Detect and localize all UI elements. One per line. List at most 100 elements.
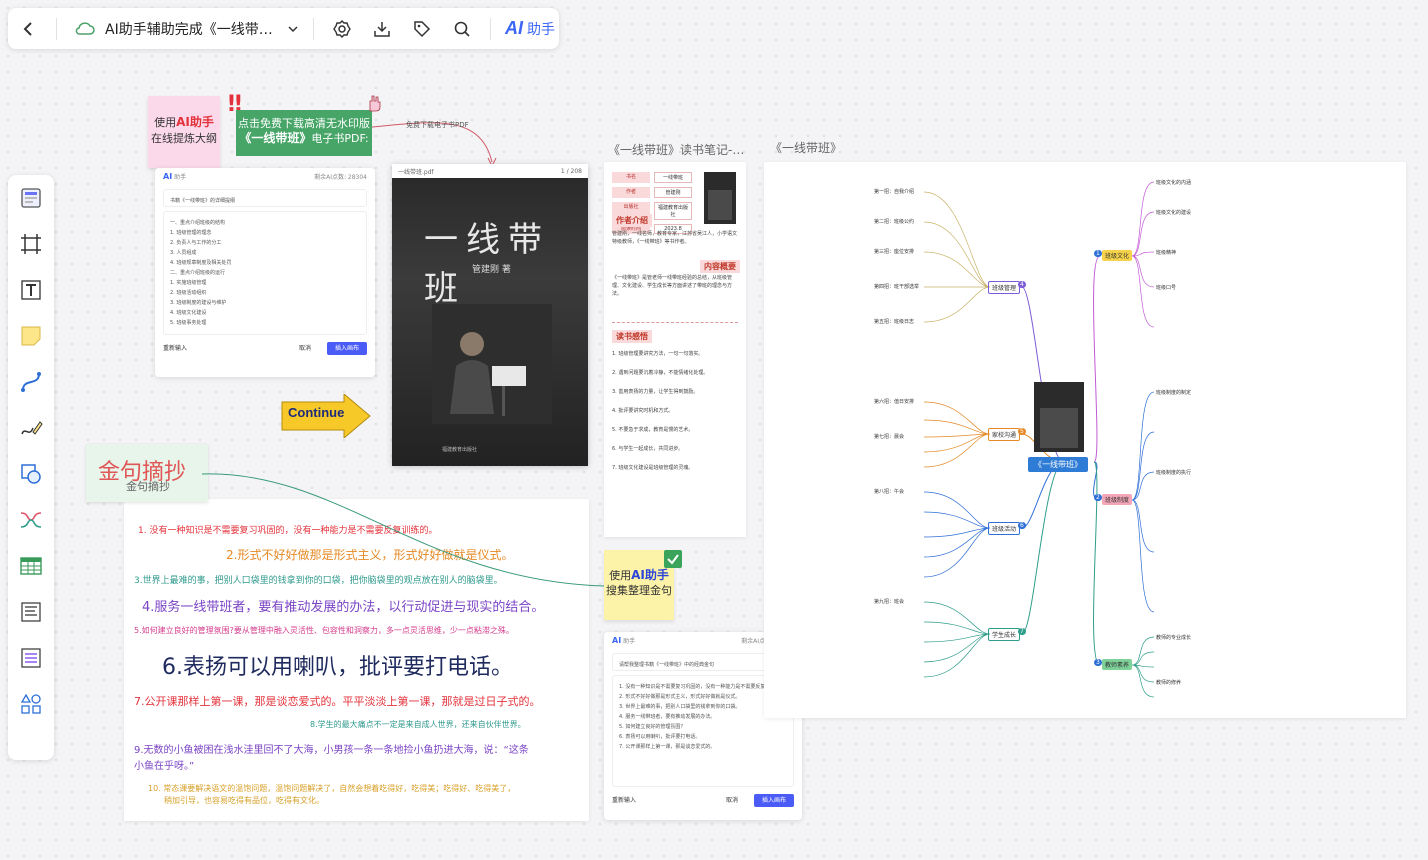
dialog-prompt[interactable]: 书籍《一线带班》的详细提纲 — [163, 189, 367, 207]
result-line: 2. 班级活动组织 — [170, 290, 207, 296]
book-publisher: 福建教育出版社 — [442, 447, 478, 453]
mindmap-branch-node[interactable]: 家校沟通 — [988, 428, 1021, 441]
result-line: 3. 班级制度的建设与维护 — [170, 300, 227, 306]
text-tool[interactable] — [8, 267, 54, 313]
pdf-preview[interactable]: 一线带班.pdf 1 / 208 一线带班 管建刚 著 福建教育出版社 — [392, 164, 588, 466]
chevron-down-icon[interactable] — [281, 9, 305, 49]
mindmap-branch-node[interactable]: 班级制度 — [1102, 494, 1133, 505]
sticky-text: 在线提炼大纲 — [151, 132, 217, 145]
prompt-text: 书籍《一线带班》的详细提纲 — [170, 198, 236, 204]
continue-arrow: Continue — [280, 394, 371, 438]
result-line: 4. 班级文化建设 — [170, 310, 207, 316]
mindmap-branch-node[interactable]: 班级活动 — [988, 522, 1021, 535]
mindmap-branch-node[interactable]: 班级管理 — [988, 281, 1021, 294]
quote-subtitle: 金句摘抄 — [126, 480, 170, 493]
mindmap-leaf[interactable]: 第六招：值日安排 — [874, 398, 914, 405]
mindmap-tool[interactable] — [8, 497, 54, 543]
quote-title-note[interactable]: 金句摘抄 金句摘抄 — [86, 444, 208, 502]
regenerate-button[interactable]: 重新输入 — [163, 343, 187, 352]
document-title[interactable]: AI助手辅助完成《一线带… — [105, 19, 281, 39]
notes-meta-table: 书名 一线带班 作者 管建刚 出版社 福建教育出版社 阅读时间 2023.8 — [612, 172, 702, 238]
cancel-button[interactable]: 取消 — [726, 797, 738, 804]
mindmap-board[interactable]: 《一线带班》 班级管理 家校沟通 班级活动 学生成长 班级文化 班级制度 教师素… — [764, 162, 1406, 718]
insight-item: 4. 批评要讲究时机和方式。 — [612, 408, 674, 414]
search-button[interactable] — [442, 9, 482, 49]
mindmap-leaf[interactable]: 教师的专业成长 — [1156, 634, 1191, 641]
section-text: 《一线带班》是管老师一线带班经验的总结，从班级管理、文化建设、学生成长等方面讲述… — [612, 275, 733, 297]
table-tool[interactable] — [8, 543, 54, 589]
mindmap-leaf[interactable]: 班级文化的内涵 — [1156, 179, 1191, 186]
mindmap-leaf[interactable]: 第五招：班级日志 — [874, 318, 914, 325]
insert-canvas-button[interactable]: 插入画布 — [753, 794, 794, 807]
connector-tool[interactable] — [8, 359, 54, 405]
result-line: 6. 表扬可以用喇叭，批评要打电话。 — [619, 734, 701, 740]
mindmap-leaf[interactable]: 第三招：座位安排 — [874, 248, 914, 255]
result-line: 1. 班级管理的理念 — [170, 230, 212, 236]
mindmap-leaf[interactable]: 班级制度的制定 — [1156, 389, 1191, 396]
mindmap-branch-node[interactable]: 班级文化 — [1102, 250, 1133, 261]
mindmap-leaf[interactable]: 第四招：班干部选举 — [874, 283, 919, 290]
book-author: 管建刚 著 — [472, 265, 511, 275]
template-icon — [21, 188, 41, 208]
quote-item: 7.公开课那样上第一课，那是谈恋爱式的。平平淡淡上第一课，那就是过日子式的。 — [134, 695, 541, 708]
mindmap-leaf[interactable]: 第九招：班会 — [874, 598, 904, 605]
mindmap-leaf[interactable]: 第二招：班级公约 — [874, 218, 914, 225]
prompt-text: 请帮我整理书籍《一线带班》中的经典金句 — [619, 662, 715, 668]
search-icon — [454, 21, 470, 37]
result-line: 2. 负责人与工作的分工 — [170, 240, 222, 246]
mindmap-branch-node[interactable]: 教师素养 — [1102, 659, 1133, 670]
mindmap-leaf[interactable]: 班级文化的建设 — [1156, 209, 1191, 216]
hand-icon — [366, 94, 382, 112]
sticky-note-tool[interactable] — [8, 313, 54, 359]
section-heading: 作者介绍 — [612, 214, 652, 227]
divider — [612, 322, 738, 323]
cancel-button[interactable]: 取消 — [299, 345, 311, 352]
arrow-label: 免费下载电子书PDF — [406, 121, 469, 129]
quote-item: 稍加引导，也容易吃得有品位，吃得有文化。 — [164, 796, 324, 805]
insert-canvas-button[interactable]: 插入画布 — [326, 342, 367, 355]
sticky-text: 使用 — [154, 116, 177, 129]
pen-tool[interactable] — [8, 405, 54, 451]
tag-button[interactable] — [402, 9, 442, 49]
divider — [56, 17, 57, 40]
meta-key: 书名 — [612, 172, 650, 183]
mindmap-leaf[interactable]: 班级制度的执行 — [1156, 469, 1191, 476]
mindmap-leaf[interactable]: 教师的修养 — [1156, 679, 1181, 686]
ai-assistant-button[interactable]: AI 助手 — [505, 18, 555, 39]
shape-tool[interactable] — [8, 451, 54, 497]
meta-value: 福建教育出版社 — [654, 202, 692, 220]
cloud-sync-icon[interactable] — [65, 9, 105, 49]
card-highlight: 《一线带班》 — [239, 131, 312, 145]
reading-notes-document[interactable]: 书名 一线带班 作者 管建刚 出版社 福建教育出版社 阅读时间 2023.8 作者介绍 … — [604, 162, 746, 537]
more-tools[interactable] — [8, 681, 54, 727]
mindmap-leaf[interactable]: 班级精神 — [1156, 249, 1176, 256]
quote-item: 6.表扬可以用喇叭，批评要打电话。 — [162, 655, 513, 680]
mindmap-leaf[interactable]: 第七招：晨会 — [874, 433, 904, 440]
mindmap-badge: 5 — [1018, 428, 1026, 435]
mindmap-branch-node[interactable]: 学生成长 — [988, 628, 1021, 641]
download-button[interactable] — [362, 9, 402, 49]
ai-logo-icon: AI — [163, 172, 173, 181]
list-tool[interactable] — [8, 635, 54, 681]
mindmap-root-node[interactable]: 《一线带班》 — [1028, 457, 1088, 472]
meta-value: 一线带班 — [654, 172, 692, 183]
settings-button[interactable] — [322, 9, 362, 49]
download-link-card[interactable]: 点击免费下载高清无水印版 《一线带班》电子书PDF: — [236, 110, 372, 156]
frame-tool[interactable] — [8, 221, 54, 267]
divider — [490, 17, 491, 40]
text-block-tool[interactable] — [8, 589, 54, 635]
sticky-note-pink[interactable]: 使用AI助手 在线提炼大纲 — [148, 96, 220, 168]
mindmap-leaf[interactable]: 班级口号 — [1156, 284, 1176, 291]
template-tool[interactable] — [8, 175, 54, 221]
section-heading: 读书感悟 — [612, 330, 652, 343]
regenerate-button[interactable]: 重新输入 — [612, 795, 636, 804]
mindmap-leaf[interactable]: 第一招：自我介绍 — [874, 188, 914, 195]
sticky-text: 搜集整理金句 — [606, 584, 672, 597]
text-icon — [21, 280, 41, 300]
mindmap-frame-label: 《一线带班》 — [770, 141, 843, 155]
result-line: 4. 服务一线带班者，要有推动发展的办法。 — [619, 714, 716, 720]
sticky-highlight: AI助手 — [176, 115, 214, 129]
back-button[interactable] — [8, 9, 48, 49]
sticky-text: 使用 — [609, 569, 632, 582]
mindmap-leaf[interactable]: 第八招：午会 — [874, 488, 904, 495]
